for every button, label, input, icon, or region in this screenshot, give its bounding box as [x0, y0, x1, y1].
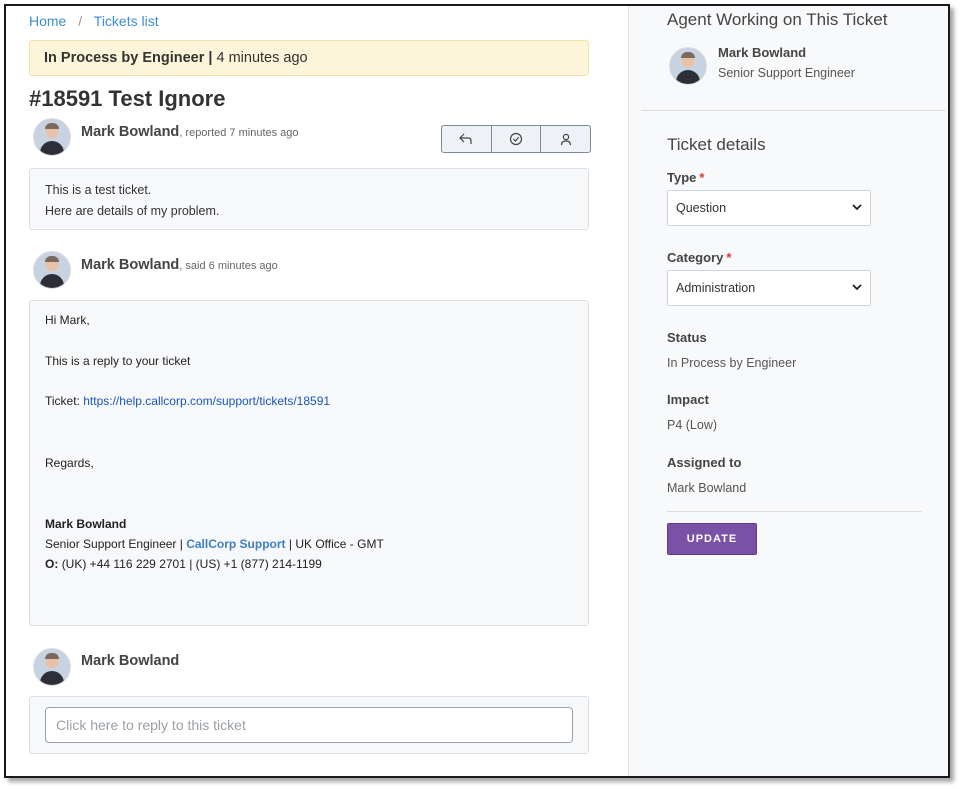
ticket-link[interactable]: https://help.callcorp.com/support/ticket… [83, 394, 330, 408]
reply-ticket-line: Ticket: https://help.callcorp.com/suppor… [45, 394, 330, 408]
category-select[interactable]: Administration [667, 270, 871, 306]
ticket-description: This is a test ticket. Here are details … [29, 168, 589, 230]
assign-button[interactable] [541, 126, 590, 152]
post-author: Mark Bowland, reported 7 minutes ago [81, 124, 299, 140]
author-avatar [33, 118, 71, 156]
reply-author-name[interactable]: Mark Bowland [81, 257, 179, 273]
description-line: Here are details of my problem. [45, 204, 220, 218]
agent-role: Senior Support Engineer [718, 66, 855, 80]
details-heading: Ticket details [667, 135, 766, 154]
breadcrumb-separator: / [78, 13, 83, 29]
reply-button[interactable] [442, 126, 492, 152]
assign-user-icon [560, 133, 571, 145]
status-text: In Process by Engineer | [44, 50, 213, 66]
breadcrumb: Home / Tickets list [29, 13, 159, 29]
breadcrumb-tickets-link[interactable]: Tickets list [94, 13, 159, 29]
composer-author: Mark Bowland [81, 653, 180, 669]
required-marker: * [699, 170, 705, 185]
post-meta: , reported 7 minutes ago [179, 127, 299, 139]
update-button[interactable]: UPDATE [667, 523, 757, 555]
reply-input[interactable]: Click here to reply to this ticket [45, 707, 573, 743]
type-label-text: Type [667, 170, 697, 185]
chevron-down-icon [852, 284, 862, 291]
status-time: 4 minutes ago [216, 50, 308, 66]
signature-phone: (UK) +44 116 229 2701 | (US) +1 (877) 21… [61, 557, 322, 571]
impact-value: P4 (Low) [667, 418, 718, 432]
status-label: Status [667, 330, 707, 345]
app-window: Home / Tickets list In Process by Engine… [4, 4, 950, 778]
assigned-label: Assigned to [667, 455, 742, 470]
agent-avatar [669, 47, 707, 85]
divider [641, 110, 946, 111]
reply-ticket-label: Ticket: [45, 394, 80, 408]
agent-name: Mark Bowland [718, 45, 807, 60]
signature-name: Mark Bowland [45, 517, 127, 531]
signature-phone-line: O: (UK) +44 116 229 2701 | (US) +1 (877)… [45, 557, 322, 571]
resolve-button[interactable] [492, 126, 542, 152]
agent-heading: Agent Working on This Ticket [667, 10, 888, 29]
signature-phone-label: O: [45, 557, 59, 571]
status-value: In Process by Engineer [667, 356, 797, 370]
type-label: Type * [667, 170, 704, 185]
reply-author: Mark Bowland, said 6 minutes ago [81, 257, 278, 273]
composer-avatar [33, 648, 71, 686]
category-label: Category * [667, 250, 731, 265]
reply-meta: , said 6 minutes ago [179, 260, 278, 272]
category-selected-value: Administration [676, 281, 756, 295]
reply-regards: Regards, [45, 456, 94, 470]
chevron-down-icon [852, 204, 862, 211]
ticket-action-group [441, 125, 591, 153]
resolve-check-icon [509, 132, 523, 146]
breadcrumb-home-link[interactable]: Home [29, 13, 66, 29]
signature-title-line: Senior Support Engineer | CallCorp Suppo… [45, 537, 384, 551]
assigned-value: Mark Bowland [667, 481, 747, 495]
reply-composer: Click here to reply to this ticket [29, 696, 589, 754]
reply-message: Hi Mark, This is a reply to your ticket … [29, 300, 589, 626]
post-author-name[interactable]: Mark Bowland [81, 124, 179, 140]
reply-icon [459, 133, 472, 144]
required-marker: * [726, 250, 732, 265]
impact-label: Impact [667, 392, 709, 407]
type-selected-value: Question [676, 201, 727, 215]
description-line: This is a test ticket. [45, 183, 152, 197]
ticket-sidebar: Agent Working on This Ticket Mark Bowlan… [628, 6, 948, 776]
reply-author-avatar [33, 251, 71, 289]
reply-greeting: Hi Mark, [45, 313, 90, 327]
divider [667, 511, 922, 512]
signature-company-link[interactable]: CallCorp Support [186, 537, 285, 551]
signature-title: Senior Support Engineer | [45, 537, 183, 551]
category-label-text: Category [667, 250, 724, 265]
reply-line: This is a reply to your ticket [45, 354, 191, 368]
ticket-status-banner: In Process by Engineer | 4 minutes ago [29, 40, 589, 76]
ticket-main-panel: Home / Tickets list In Process by Engine… [6, 6, 628, 776]
signature-office: | UK Office - GMT [288, 537, 384, 551]
type-select[interactable]: Question [667, 190, 871, 226]
ticket-title: #18591 Test Ignore [29, 86, 226, 111]
